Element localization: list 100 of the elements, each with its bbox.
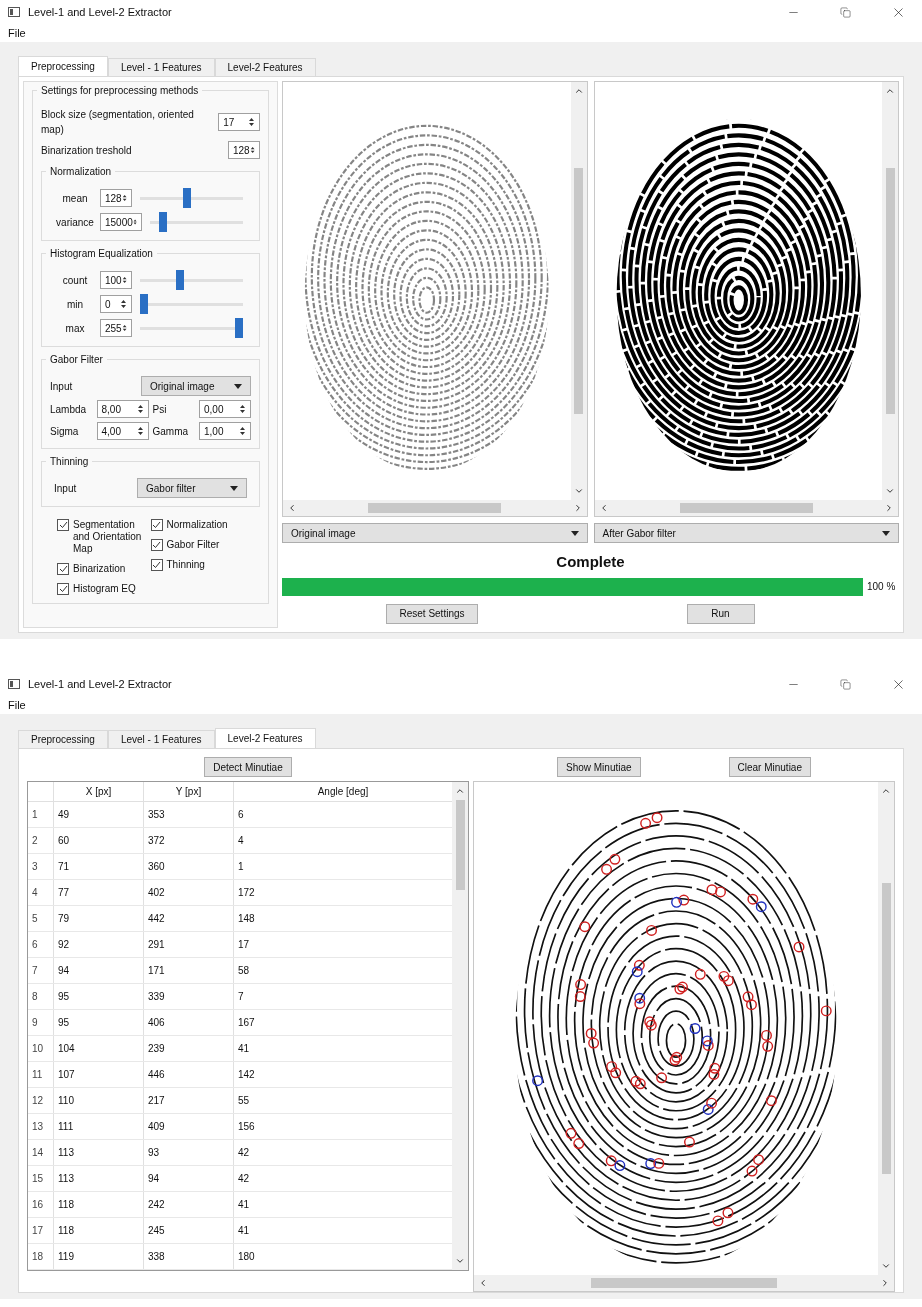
vertical-scrollbar[interactable] [878, 782, 894, 1275]
checkbox[interactable] [150, 559, 163, 571]
table-cell: 49 [53, 802, 143, 827]
spin-box[interactable]: 1,00 [199, 422, 251, 440]
spin-box[interactable]: 8,00 [96, 400, 149, 418]
vertical-scrollbar[interactable] [882, 82, 898, 500]
scrollbar-thumb[interactable] [368, 503, 502, 513]
dropdown[interactable]: After Gabor filter [593, 523, 899, 543]
scrollbar-thumb[interactable] [574, 168, 583, 414]
slider-thumb[interactable] [182, 188, 191, 208]
scrollbar-thumb[interactable] [679, 503, 813, 513]
checkbox[interactable] [57, 563, 69, 575]
scrollbar-thumb[interactable] [881, 883, 891, 1174]
scroll-down-icon[interactable] [885, 486, 895, 496]
menu-item[interactable]: File [8, 696, 26, 714]
progress-reading: 100 % [867, 580, 897, 594]
slider[interactable] [150, 212, 243, 232]
tab[interactable]: Level - 1 Features [107, 730, 215, 748]
slider[interactable] [140, 188, 243, 208]
spin-box[interactable]: 128 [228, 141, 260, 159]
check-icon [58, 565, 68, 573]
tab[interactable]: Preprocessing [18, 56, 108, 76]
action-button[interactable]: Show Minutiae [556, 757, 641, 777]
spin-box[interactable]: 0,00 [199, 400, 251, 418]
horizontal-scrollbar[interactable] [474, 1275, 894, 1291]
row-number: 5 [31, 912, 39, 926]
checkbox[interactable] [57, 583, 69, 595]
action-button[interactable]: Run [686, 603, 755, 624]
scroll-up-icon[interactable] [455, 786, 465, 796]
scroll-up-icon[interactable] [573, 86, 584, 96]
scroll-up-icon[interactable] [885, 86, 895, 96]
slider[interactable] [140, 294, 243, 314]
scroll-up-icon[interactable] [881, 786, 891, 796]
horizontal-scrollbar[interactable] [594, 500, 898, 516]
scroll-down-icon[interactable] [881, 1261, 891, 1271]
table-cell: 402 [143, 880, 233, 905]
checkbox[interactable] [150, 519, 163, 531]
restore-icon[interactable] [840, 678, 851, 690]
spin-box[interactable]: 15000 [100, 213, 142, 231]
vertical-scrollbar[interactable] [452, 782, 468, 1270]
restore-icon[interactable] [840, 6, 851, 18]
table-cell: 171 [143, 958, 233, 983]
scroll-right-icon[interactable] [884, 503, 894, 513]
table-cell: 339 [143, 984, 233, 1009]
dropdown[interactable]: Original image [282, 523, 588, 543]
field-label: Binarization treshold [41, 143, 132, 158]
spin-box[interactable]: 4,00 [96, 422, 149, 440]
row-number: 16 [31, 1198, 45, 1212]
field-label: Input [50, 379, 73, 394]
slider-thumb[interactable] [176, 270, 185, 290]
horizontal-scrollbar[interactable] [283, 500, 587, 516]
spin-arrows-icon [249, 145, 255, 155]
slider[interactable] [140, 270, 243, 290]
table-cell: 71 [53, 854, 143, 879]
tab[interactable]: Preprocessing [18, 730, 108, 748]
checkbox-label: Gabor Filter [166, 539, 220, 551]
vertical-scrollbar[interactable] [570, 82, 587, 500]
window-title: Level-1 and Level-2 Extractor [28, 4, 172, 20]
table-cell: 291 [143, 932, 233, 957]
row-number: 12 [31, 1094, 45, 1108]
detect-minutiae-button[interactable]: Detect Minutiae [204, 757, 292, 777]
scroll-right-icon[interactable] [880, 1278, 890, 1288]
slider-thumb[interactable] [235, 318, 243, 338]
tab[interactable]: Level-2 Features [214, 728, 316, 748]
spin-box[interactable]: 17 [218, 113, 260, 131]
spin-box[interactable]: 128 [100, 189, 132, 207]
spin-box[interactable]: 100 [100, 271, 132, 289]
scrollbar-thumb[interactable] [455, 800, 465, 890]
slider-thumb[interactable] [158, 212, 167, 232]
tab[interactable]: Level - 1 Features [107, 58, 215, 76]
table-cell: 242 [143, 1192, 233, 1217]
dropdown[interactable]: Gabor filter [137, 478, 247, 498]
scrollbar-thumb[interactable] [591, 1278, 777, 1288]
field-label: mean [61, 191, 89, 206]
table-cell: 217 [143, 1088, 233, 1113]
checkbox[interactable] [57, 519, 69, 531]
field-label: Input [54, 481, 77, 496]
slider[interactable] [140, 318, 243, 338]
spin-box[interactable]: 0 [100, 295, 132, 313]
spin-arrows-icon [239, 426, 246, 436]
column-header[interactable]: Y [px] [143, 782, 233, 801]
scroll-down-icon[interactable] [573, 486, 584, 496]
check-icon [58, 585, 68, 593]
dropdown[interactable]: Original image [141, 376, 251, 396]
menu-item[interactable]: File [8, 24, 26, 42]
action-button[interactable]: Clear Minutiae [728, 757, 811, 777]
scroll-left-icon[interactable] [478, 1278, 488, 1288]
scrollbar-thumb[interactable] [885, 168, 895, 414]
action-button[interactable]: Reset Settings [386, 603, 478, 624]
column-header[interactable]: X [px] [53, 782, 143, 801]
checkbox[interactable] [150, 539, 163, 551]
spin-arrows-icon [121, 193, 127, 203]
scroll-down-icon[interactable] [455, 1256, 465, 1266]
slider-thumb[interactable] [140, 294, 148, 314]
table-cell: 442 [143, 906, 233, 931]
scroll-left-icon[interactable] [287, 503, 297, 513]
spin-box[interactable]: 255 [100, 319, 132, 337]
caret-icon [230, 485, 238, 491]
table-cell: 94 [53, 958, 143, 983]
tab[interactable]: Level-2 Features [214, 58, 316, 76]
